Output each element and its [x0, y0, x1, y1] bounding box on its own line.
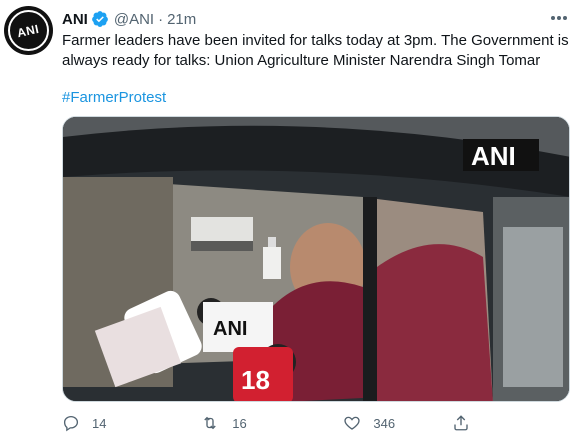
tweet-media-image[interactable]: ANI 18 ANI [62, 116, 570, 402]
media-watermark: ANI [471, 141, 516, 171]
reply-button[interactable]: 14 [62, 414, 200, 432]
mic-label-18: 18 [241, 365, 270, 395]
share-button[interactable] [452, 414, 482, 432]
header-separator: · [158, 10, 164, 28]
tweet-header: ANI @ANI · 21m [62, 9, 196, 29]
hashtag-link[interactable]: #FarmerProtest [62, 88, 166, 108]
retweet-count: 16 [232, 415, 247, 431]
retweet-icon [204, 416, 216, 430]
reply-icon [63, 415, 79, 432]
avatar-logo-text: ANI [16, 21, 41, 40]
reply-count: 14 [92, 415, 107, 431]
tweet-timestamp[interactable]: 21m [167, 11, 196, 28]
mic-label-ani: ANI [213, 318, 247, 340]
more-options-icon[interactable] [548, 10, 570, 26]
media-illustration: ANI 18 ANI [63, 117, 569, 401]
like-icon [344, 416, 361, 430]
like-button[interactable]: 346 [343, 414, 452, 432]
tweet-text: Farmer leaders have been invited for tal… [62, 32, 569, 69]
verified-badge-icon [91, 10, 109, 28]
retweet-button[interactable]: 16 [200, 414, 343, 432]
share-icon [454, 415, 468, 431]
like-count: 346 [373, 415, 396, 431]
avatar[interactable]: ANI [4, 6, 53, 55]
author-handle[interactable]: @ANI [114, 11, 154, 28]
avatar-ring: ANI [8, 10, 49, 51]
author-name[interactable]: ANI [62, 11, 88, 28]
tweet-actions: 14 16 346 [62, 412, 482, 434]
tweet-card[interactable]: ANI ANI @ANI · 21m Farmer leaders have b… [0, 0, 586, 443]
